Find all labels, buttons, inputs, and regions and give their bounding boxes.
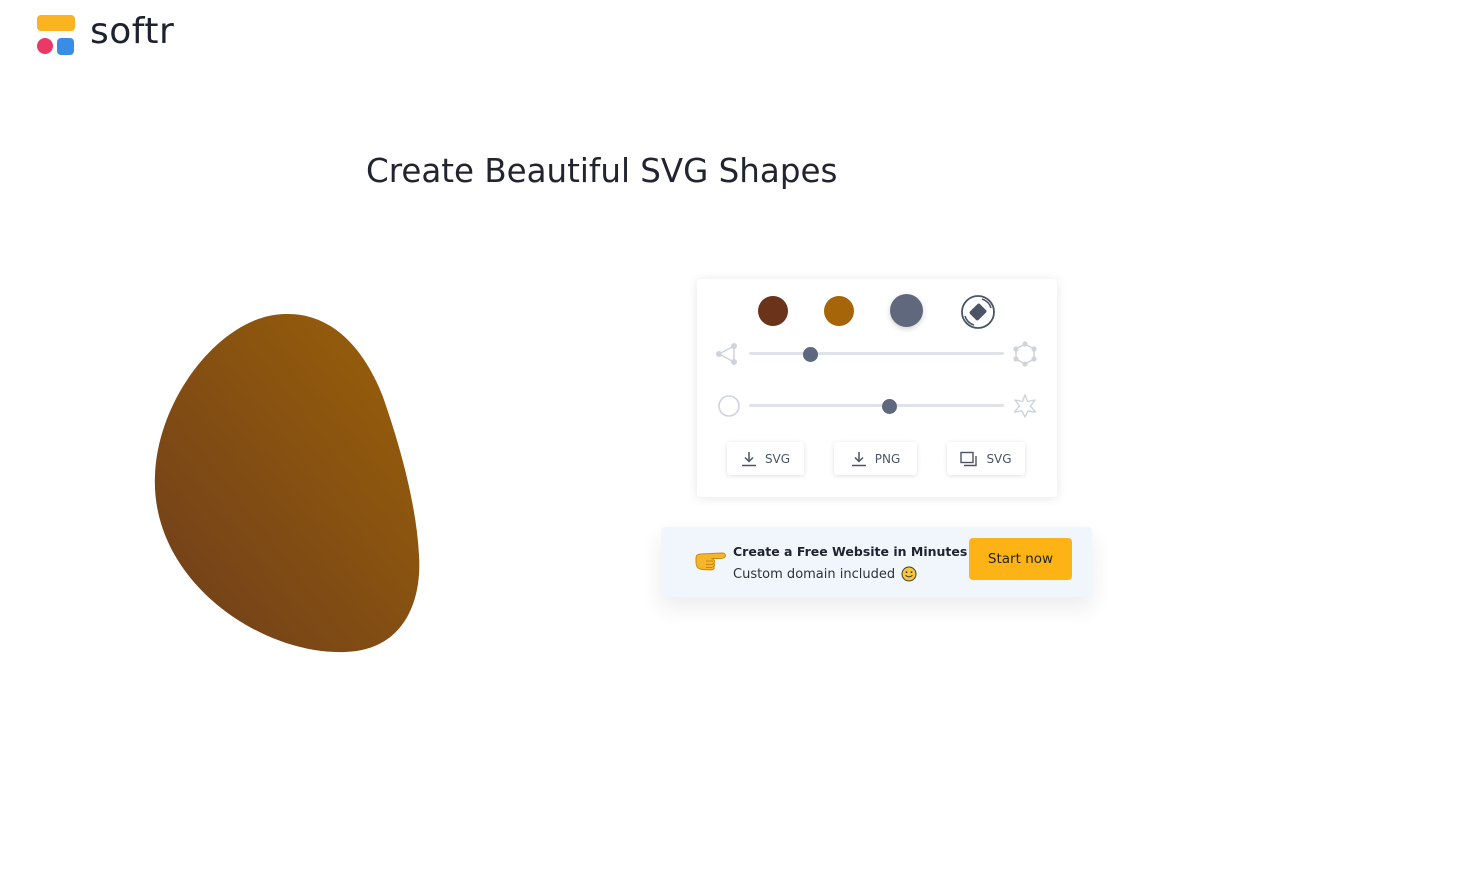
spiky-star-icon <box>1013 394 1037 418</box>
brand-name: softr <box>90 11 175 52</box>
generated-blob-shape <box>154 313 420 653</box>
download-icon <box>741 451 756 466</box>
download-svg-button[interactable]: SVG <box>727 442 804 475</box>
copy-svg-label: SVG <box>986 451 1012 466</box>
promo-subtitle-text: Custom domain included <box>733 566 896 582</box>
promo-title: Create a Free Website in Minutes <box>733 544 968 559</box>
color-swatch-slate[interactable] <box>890 294 923 327</box>
smiley-icon <box>901 566 917 582</box>
complexity-slider-thumb[interactable] <box>802 347 818 362</box>
contrast-slider[interactable] <box>749 399 1004 414</box>
download-icon <box>851 451 866 466</box>
complexity-slider[interactable] <box>749 347 1004 362</box>
page: softr Create Beautiful SVG Shapes SVG PN… <box>0 0 1465 891</box>
random-shape-icon[interactable] <box>960 294 996 330</box>
color-swatch-amber[interactable] <box>824 296 854 326</box>
softr-logo-icon <box>36 14 76 56</box>
shape-controls-panel: SVG PNG SVG <box>697 279 1057 497</box>
promo-subtitle: Custom domain included <box>733 566 917 582</box>
many-points-icon <box>1013 341 1037 367</box>
color-swatch-brown[interactable] <box>758 296 788 326</box>
circle-icon <box>718 395 740 417</box>
pointing-hand-icon <box>695 552 726 571</box>
softr-logo[interactable]: softr <box>36 14 174 56</box>
copy-icon <box>960 451 978 466</box>
contrast-slider-thumb[interactable] <box>881 399 897 414</box>
download-png-button[interactable]: PNG <box>834 442 917 475</box>
start-now-button[interactable]: Start now <box>969 538 1072 580</box>
download-svg-label: SVG <box>764 451 791 466</box>
few-points-icon <box>716 343 737 365</box>
promo-banner: Create a Free Website in Minutes Custom … <box>661 527 1092 597</box>
copy-svg-button[interactable]: SVG <box>947 442 1025 475</box>
page-title: Create Beautiful SVG Shapes <box>366 152 838 190</box>
download-png-label: PNG <box>874 451 901 466</box>
